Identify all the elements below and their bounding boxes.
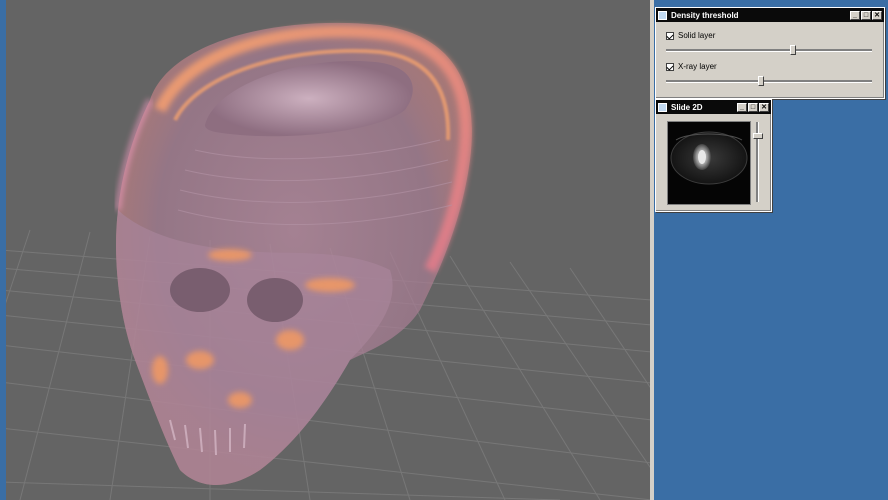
xray-layer-slider-thumb[interactable] xyxy=(758,76,764,86)
minimize-button[interactable]: _ xyxy=(737,102,747,112)
window-icon xyxy=(658,10,667,20)
solid-layer-row: Solid layer xyxy=(666,31,715,40)
skull-render xyxy=(115,22,472,485)
xray-layer-row: X-ray layer xyxy=(666,62,717,71)
solid-layer-slider-track[interactable] xyxy=(666,49,872,52)
viewport-frame-right xyxy=(650,0,654,500)
ct-slice-drawing xyxy=(670,131,748,185)
maximize-button[interactable]: □ xyxy=(748,102,758,112)
solid-layer-checkbox[interactable] xyxy=(666,31,674,40)
3d-viewport[interactable] xyxy=(0,0,652,500)
solid-layer-label: Solid layer xyxy=(678,31,716,40)
minimize-button[interactable]: _ xyxy=(850,10,860,20)
xray-layer-label: X-ray layer xyxy=(678,62,717,71)
slice-slider-thumb[interactable] xyxy=(753,133,763,140)
close-button[interactable]: ✕ xyxy=(759,102,769,112)
slide-2d-window: Slide 2D _ □ ✕ xyxy=(655,99,772,212)
ct-slice-image[interactable] xyxy=(667,121,751,205)
slide-titlebar[interactable]: Slide 2D _ □ ✕ xyxy=(656,100,771,114)
floor-grid xyxy=(0,22,652,500)
density-window-title: Density threshold xyxy=(671,10,739,20)
xray-layer-slider-track[interactable] xyxy=(666,80,872,83)
desktop-edge-left xyxy=(0,0,6,500)
xray-layer-checkbox[interactable] xyxy=(666,62,674,71)
solid-layer-slider-thumb[interactable] xyxy=(790,45,796,55)
close-button[interactable]: ✕ xyxy=(872,10,882,20)
window-icon xyxy=(658,102,667,112)
density-threshold-window: Density threshold _ □ ✕ Solid layer X-ra… xyxy=(655,7,885,99)
density-titlebar[interactable]: Density threshold _ □ ✕ xyxy=(656,8,884,22)
slide-window-title: Slide 2D xyxy=(671,102,703,112)
maximize-button[interactable]: □ xyxy=(861,10,871,20)
